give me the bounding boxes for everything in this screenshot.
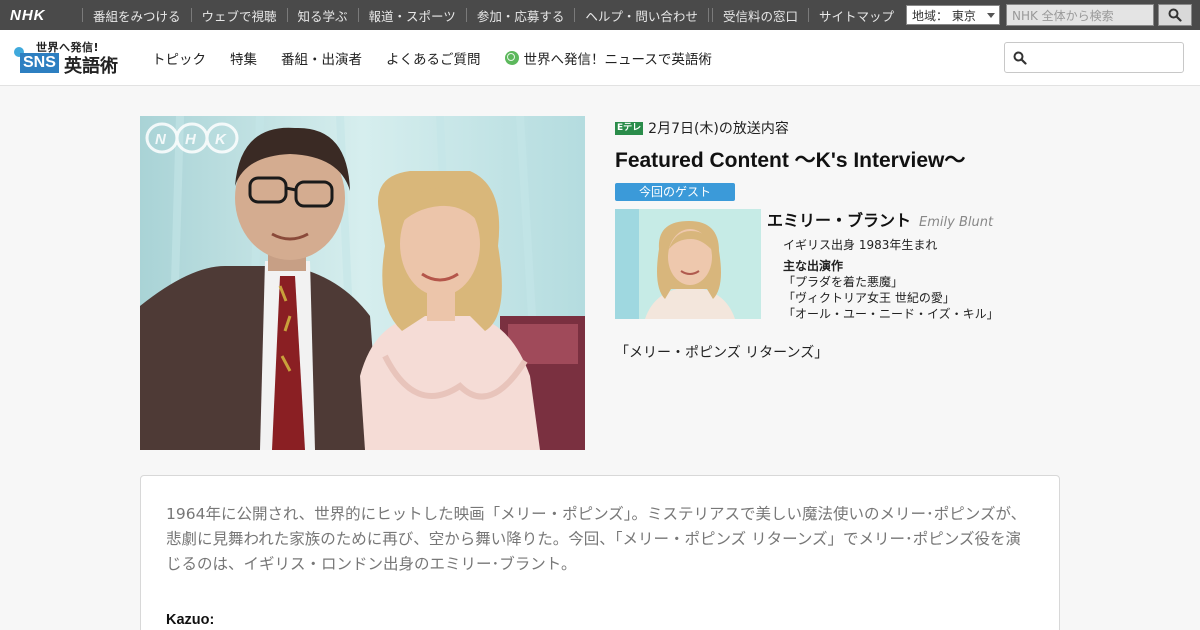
- site-nav-news-english-label: 世界へ発信！ニュースで英語術: [523, 52, 712, 68]
- search-icon: [1168, 8, 1182, 22]
- guest-photo: [615, 209, 761, 319]
- global-nav: 番組をみつける ウェブで視聴 知る学ぶ 報道・スポーツ 参加・応募する ヘルプ・…: [82, 6, 709, 25]
- episode-title: Featured Content 〜K's Interview〜: [615, 149, 966, 172]
- site-nav: トピック 特集 番組・出演者 よくあるご質問 世界へ発信！ニュースで英語術: [140, 30, 724, 86]
- work-item: 「ヴィクトリア女王 世紀の愛」: [783, 291, 955, 305]
- region-select-value: 地域： 東京: [912, 8, 976, 23]
- interview-photo-illustration: N H K: [140, 116, 585, 450]
- work-item: 「プラダを着た悪魔」: [783, 275, 904, 289]
- global-search-input[interactable]: NHK 全体から検索: [1006, 4, 1154, 26]
- global-nav-find-programs[interactable]: 番組をみつける: [83, 6, 191, 25]
- global-search-button[interactable]: [1158, 4, 1192, 26]
- guest-photo-illustration: [615, 209, 761, 319]
- guest-birth: イギリス出身 1983年生まれ: [783, 238, 938, 252]
- search-icon: [1013, 51, 1027, 65]
- global-bar-right: 受信料の窓口 サイトマップ 地域： 東京 NHK 全体から検索: [711, 0, 1200, 30]
- nhk-global-bar: NHK 番組をみつける ウェブで視聴 知る学ぶ 報道・スポーツ 参加・応募する …: [0, 0, 1200, 30]
- work-item: 「オール・ユー・ニード・イズ・キル」: [783, 307, 999, 321]
- site-nav-features[interactable]: 特集: [218, 48, 269, 68]
- svg-text:N: N: [155, 131, 167, 148]
- site-nav-topics[interactable]: トピック: [140, 48, 218, 68]
- global-nav-help[interactable]: ヘルプ・問い合わせ: [575, 6, 708, 25]
- episode-info: Eテレ 2月7日(木)の放送内容 Featured Content 〜K's I…: [615, 116, 1060, 321]
- global-nav-participate[interactable]: 参加・応募する: [467, 6, 575, 25]
- divider: [707, 8, 709, 22]
- site-logo-title: 英語術: [64, 56, 118, 77]
- sitemap-link[interactable]: サイトマップ: [809, 6, 904, 25]
- nhk-logo-text: NHK: [10, 6, 46, 24]
- global-nav-learn[interactable]: 知る学ぶ: [288, 6, 358, 25]
- guest-name: エミリー・ブラント Emily Blunt: [767, 207, 993, 231]
- speaker-label: Kazuo:: [166, 612, 215, 628]
- interview-photo: N H K: [140, 116, 585, 450]
- fee-counter-link[interactable]: 受信料の窓口: [713, 6, 808, 25]
- site-header: 世界へ発信! SNS 英語術 トピック 特集 番組・出演者 よくあるご質問 世界…: [0, 30, 1200, 86]
- svg-text:K: K: [215, 131, 227, 148]
- guest-meta: イギリス出身 1983年生まれ 主な出演作 「プラダを着た悪魔」 「ヴィクトリア…: [783, 237, 999, 322]
- article-body: 1964年に公開され、世界的にヒットした映画「メリー・ポピンズ」。ミステリアスで…: [140, 475, 1060, 630]
- global-nav-news-sports[interactable]: 報道・スポーツ: [359, 6, 466, 25]
- guest-name-ja: エミリー・ブラント: [767, 211, 912, 230]
- globe-icon: [504, 51, 519, 65]
- guest-badge: 今回のゲスト: [615, 183, 735, 201]
- site-logo[interactable]: 世界へ発信! SNS 英語術: [14, 39, 124, 79]
- site-nav-faq[interactable]: よくあるご質問: [374, 48, 493, 68]
- air-date-line: Eテレ 2月7日(木)の放送内容: [615, 116, 1060, 140]
- global-nav-watch-web[interactable]: ウェブで視聴: [192, 6, 287, 25]
- guest-name-en: Emily Blunt: [919, 215, 994, 230]
- featured-film: 「メリー・ポピンズ リターンズ」: [615, 345, 829, 361]
- guest-profile: エミリー・ブラント Emily Blunt イギリス出身 1983年生まれ 主な…: [615, 209, 1060, 321]
- site-nav-news-english[interactable]: 世界へ発信！ニュースで英語術: [493, 48, 724, 68]
- site-search-input[interactable]: [1004, 42, 1184, 73]
- air-date: 2月7日(木)の放送内容: [648, 121, 789, 137]
- svg-text:H: H: [185, 131, 197, 148]
- article-intro: 1964年に公開され、世界的にヒットした映画「メリー・ポピンズ」。ミステリアスで…: [166, 505, 1027, 573]
- site-nav-programs-cast[interactable]: 番組・出演者: [269, 48, 374, 68]
- nhk-logo[interactable]: NHK: [10, 6, 66, 24]
- chevron-down-icon: [987, 13, 995, 18]
- global-search-placeholder: NHK 全体から検索: [1012, 8, 1114, 23]
- works-heading: 主な出演作: [783, 259, 844, 273]
- etele-channel-badge: Eテレ: [615, 121, 644, 135]
- site-logo-sns: SNS: [20, 53, 59, 73]
- region-select[interactable]: 地域： 東京: [906, 5, 1000, 25]
